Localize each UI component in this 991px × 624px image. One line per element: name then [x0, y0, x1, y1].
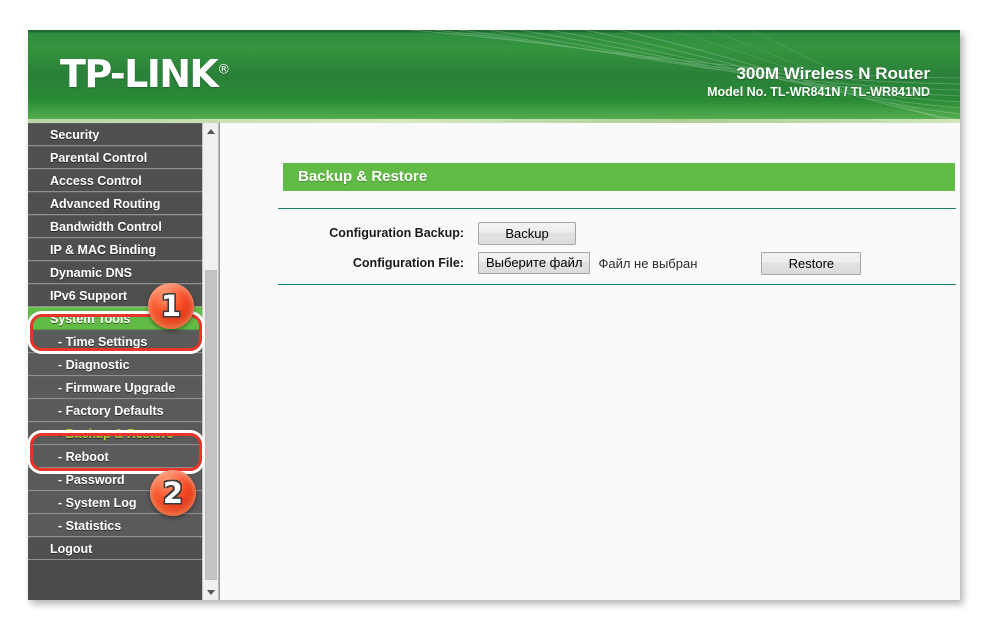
sidebar-item-bandwidth-control[interactable]: Bandwidth Control: [28, 215, 218, 238]
configuration-backup-label: Configuration Backup:: [329, 226, 464, 240]
sidebar-item-ip-mac-binding[interactable]: IP & MAC Binding: [28, 238, 218, 261]
model-number: Model No. TL-WR841N / TL-WR841ND: [707, 85, 930, 100]
sidebar-item-backup-restore[interactable]: - Backup & Restore: [28, 422, 218, 445]
sidebar-item-password[interactable]: - Password: [28, 468, 218, 491]
sidebar-item-dynamic-dns[interactable]: Dynamic DNS: [28, 261, 218, 284]
divider-top: [278, 208, 956, 209]
page-header: TP-LINK® 300M Wireless N Router Model No…: [28, 30, 960, 123]
restore-button[interactable]: Restore: [761, 251, 862, 275]
choose-file-button[interactable]: Выберите файл: [478, 252, 591, 274]
sidebar-item-system-tools[interactable]: System Tools: [28, 307, 218, 330]
sidebar-item-access-control[interactable]: Access Control: [28, 169, 218, 192]
file-status-text: Файл не выбран: [598, 255, 698, 271]
sidebar-item-factory-defaults[interactable]: - Factory Defaults: [28, 399, 218, 422]
divider-bottom: [278, 284, 956, 285]
product-title: 300M Wireless N Router: [736, 64, 930, 83]
sidebar-item-diagnostic[interactable]: - Diagnostic: [28, 353, 218, 376]
sidebar-item-statistics[interactable]: - Statistics: [28, 514, 218, 537]
sidebar-menu: Security Parental Control Access Control Ad…: [28, 123, 219, 600]
sidebar-item-ipv6-support[interactable]: IPv6 Support: [28, 284, 218, 307]
model-info: 300M Wireless N Router Model No. TL-WR84…: [707, 63, 930, 102]
registered-trademark-icon: ®: [217, 62, 231, 78]
logo-text: TP-LINK: [60, 52, 219, 96]
router-admin-page: TP-LINK® 300M Wireless N Router Model No…: [28, 30, 960, 600]
configuration-file-label: Configuration File:: [352, 256, 464, 270]
scroll-down-arrow-icon[interactable]: [203, 584, 218, 600]
page-title: Backup & Restore: [283, 163, 955, 191]
sidebar-item-time-settings[interactable]: - Time Settings: [28, 330, 218, 353]
scrollbar-thumb[interactable]: [205, 270, 217, 580]
sidebar-item-logout[interactable]: Logout: [28, 537, 218, 560]
configuration-backup-row: Configuration Backup: Backup: [220, 220, 960, 246]
sidebar-item-firmware-upgrade[interactable]: - Firmware Upgrade: [28, 376, 218, 399]
sidebar-item-advanced-routing[interactable]: Advanced Routing: [28, 192, 218, 215]
configuration-file-row: Configuration File: Выберите файл Файл н…: [220, 250, 960, 276]
sidebar-item-parental-control[interactable]: Parental Control: [28, 146, 218, 169]
page-body: Security Parental Control Access Control Ad…: [28, 123, 960, 600]
sidebar-item-reboot[interactable]: - Reboot: [28, 445, 218, 468]
sidebar-item-security[interactable]: Security: [28, 123, 218, 146]
sidebar-scrollbar[interactable]: [202, 123, 218, 600]
sidebar-item-system-log[interactable]: - System Log: [28, 491, 218, 514]
backup-button[interactable]: Backup: [478, 221, 576, 245]
sidebar-item-list: Security Parental Control Access Control Ad…: [28, 123, 218, 560]
tp-link-logo: TP-LINK®: [60, 55, 230, 93]
scroll-up-arrow-icon[interactable]: [203, 123, 218, 139]
main-content: Backup & Restore Configuration Backup: B…: [219, 123, 960, 600]
